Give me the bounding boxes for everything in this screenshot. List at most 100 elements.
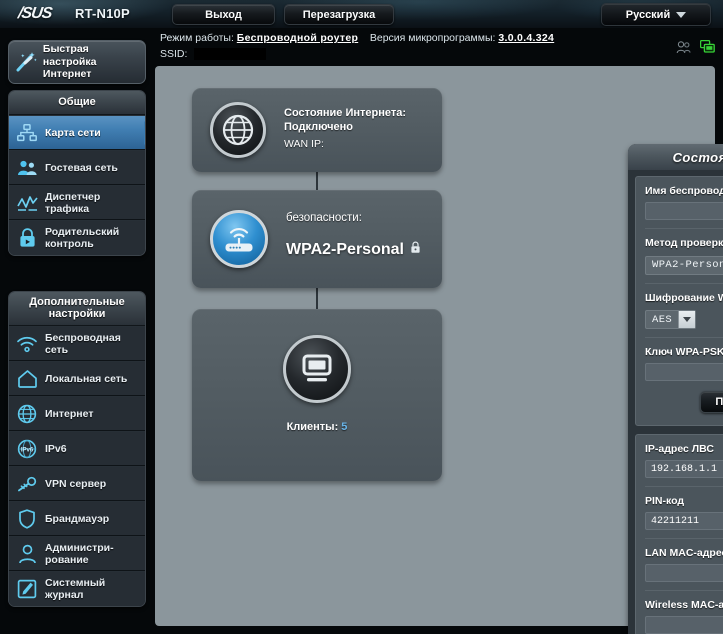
connector-line-1 [316,172,318,190]
sidebar-item-wireless[interactable]: Беспроводная сеть [9,326,145,361]
auth-method-label: Метод проверки подлинности [645,237,723,249]
monitor-icon [283,335,351,403]
users-icon[interactable] [676,40,691,54]
router-model-name: RT-N10P [75,6,130,21]
sidebar-item-traffic-manager[interactable]: Диспетчер трафика [9,185,145,220]
wpa-psk-input[interactable] [645,363,723,381]
divider [645,590,723,591]
clients-status-card[interactable]: Клиенты: 5 [192,309,442,481]
operation-mode-link[interactable]: Беспроводной роутер [237,32,358,44]
reboot-button[interactable]: Перезагрузка [284,4,394,25]
ipv6-globe-icon: IPv6 [9,439,45,459]
sidebar-label-ipv6: IPv6 [45,442,67,455]
wifi-icon [9,335,45,353]
lock-icon [410,241,421,259]
globe-sphere-icon [210,102,266,158]
system-status-title: Состояние системы [628,144,723,170]
main-content-area: Состояние Интернета: Подключено WAN IP: [155,66,723,634]
ssid-field-label: Имя беспроводной сети(SSID) [645,185,723,197]
lan-ip-label: IP-адрес ЛВС [645,443,714,455]
guest-users-icon [9,159,45,177]
security-status-card[interactable]: безопасности: WPA2-Personal [192,190,442,288]
magic-wand-icon [9,50,43,74]
field-wireless-mac: Wireless MAC-адрес [645,599,723,634]
sidebar-item-parental-control[interactable]: Родительский контроль [9,220,145,255]
network-map-icon [9,123,45,142]
lan-mac-label: LAN MAC-адрес [645,547,723,559]
asus-logo: /SUS [16,5,53,22]
globe-icon [9,404,45,424]
quick-setup-label: Быстрая настройка Интернет [43,43,145,81]
sidebar-item-network-map[interactable]: Карта сети [9,115,145,150]
header-icon-group [676,40,715,54]
sidebar-label-firewall: Брандмауэр [45,512,110,525]
sidebar-label-traffic-manager: Диспетчер трафика [45,190,101,215]
firmware-version-link[interactable]: 3.0.0.4.324 [498,32,554,44]
sidebar-item-administration[interactable]: Администри-рование [9,536,145,571]
ssid-value [194,48,267,61]
top-bar: /SUS RT-N10P Выход Перезагрузка Русский [0,0,723,28]
home-icon [9,369,45,388]
wan-ip-row: WAN IP: [284,138,324,150]
divider [645,538,723,539]
chevron-down-icon [678,311,696,328]
traffic-chart-icon [9,194,45,212]
field-lan-mac: LAN MAC-адрес [645,547,723,582]
wpa-encryption-value: AES [652,313,673,326]
wireless-mac-label: Wireless MAC-адрес [645,599,723,611]
chevron-down-icon [676,11,687,18]
sidebar: Быстрая настройка Интернет Общие Карта с… [0,28,152,634]
operation-mode-label: Режим работы: [160,32,234,44]
field-ssid: Имя беспроводной сети(SSID) [645,185,723,220]
sidebar-item-vpn-server[interactable]: VPN сервер [9,466,145,501]
group-header-advanced: Дополнительные настройки [9,292,145,326]
sidebar-item-system-log[interactable]: Системный журнал [9,571,145,606]
sidebar-label-vpn-server: VPN сервер [45,477,107,490]
pin-code-label: PIN-код [645,495,685,507]
apply-button[interactable]: Применить [700,391,723,413]
sidebar-item-guest-network[interactable]: Гостевая сеть [9,150,145,185]
sidebar-label-lan: Локальная сеть [45,372,128,385]
sidebar-item-internet[interactable]: Интернет [9,396,145,431]
sidebar-item-ipv6[interactable]: IPv6 IPv6 [9,431,145,466]
clients-label: Клиенты: [286,421,339,433]
sidebar-item-lan[interactable]: Локальная сеть [9,361,145,396]
user-admin-icon [9,544,45,564]
divider [645,337,723,338]
sidebar-label-parental-control: Родительский контроль [45,226,120,250]
security-value: WPA2-Personal [286,241,404,258]
sidebar-label-network-map: Карта сети [45,126,101,139]
clients-row: Клиенты: 5 [192,421,442,433]
quick-internet-setup-button[interactable]: Быстрая настройка Интернет [8,40,146,84]
field-wpa-psk: Ключ WPA-PSK [645,346,723,381]
menu-group-advanced: Дополнительные настройки Беспроводная сеть [8,291,146,607]
wan-ip-label: WAN IP: [284,138,324,150]
ssid-input[interactable] [645,202,723,220]
network-info-box: IP-адрес ЛВС 192.168.1.1 PIN-код 4221121… [635,434,723,634]
wpa-encryption-label: Шифрование WPA [645,291,723,304]
router-wifi-icon [210,210,268,268]
internet-status-card[interactable]: Состояние Интернета: Подключено WAN IP: [192,88,442,172]
sidebar-item-firewall[interactable]: Брандмауэр [9,501,145,536]
auth-method-select[interactable]: WPA2-Personal [645,255,723,275]
sidebar-label-administration: Администри-рование [45,541,114,566]
language-label: Русский [625,8,671,21]
field-lan-ip: IP-адрес ЛВС 192.168.1.1 [645,443,723,478]
ssid-label: SSID: [160,48,188,60]
system-status-panel: Состояние системы Имя беспроводной сети(… [628,144,723,634]
network-monitors-icon[interactable] [700,40,715,54]
firmware-version-label: Версия микропрограммы: [369,32,496,44]
auth-method-value: WPA2-Personal [652,259,723,271]
quick-setup-line1: Быстрая настройка [42,43,97,68]
security-value-row: WPA2-Personal [286,241,421,259]
internet-status-value: Подключено [284,121,353,133]
wpa-encryption-select[interactable]: AES [645,310,697,329]
pin-code-value: 42211211 [645,512,723,530]
security-label: безопасности: [286,212,362,224]
logout-button[interactable]: Выход [172,4,275,25]
language-selector[interactable]: Русский [601,3,711,26]
svg-text:IPv6: IPv6 [21,447,34,453]
log-edit-icon [9,579,45,599]
sidebar-label-internet: Интернет [45,407,94,420]
field-auth-method: Метод проверки подлинности WPA2-Personal [645,237,723,275]
